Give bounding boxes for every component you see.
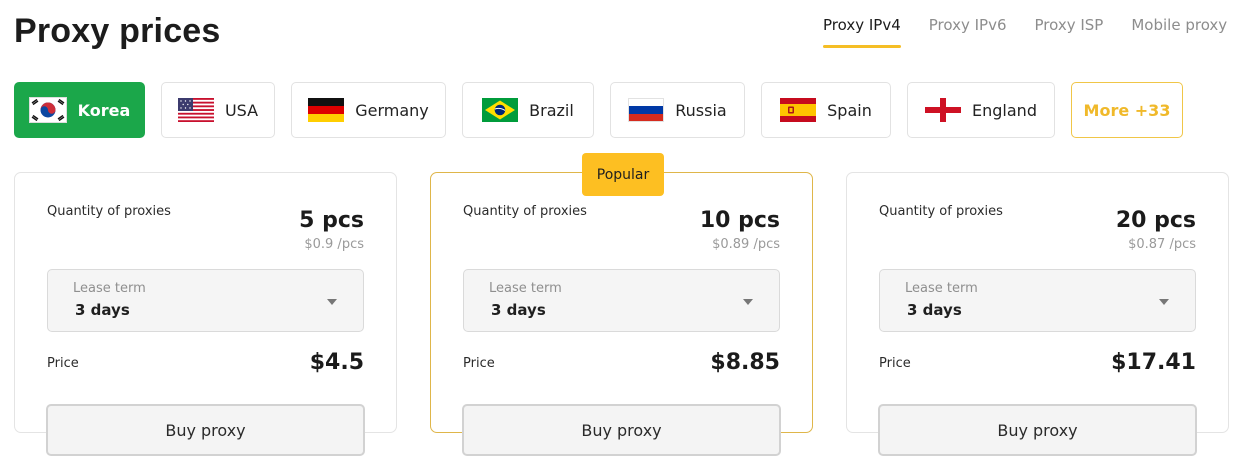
lease-term-select[interactable]: Lease term 3 days bbox=[879, 269, 1196, 332]
country-germany-button[interactable]: Germany bbox=[291, 82, 446, 138]
chevron-down-icon bbox=[327, 299, 337, 305]
quantity-label: Quantity of proxies bbox=[879, 204, 1003, 219]
tab-mobile-proxy[interactable]: Mobile proxy bbox=[1131, 16, 1227, 50]
russia-flag-icon bbox=[628, 98, 665, 122]
quantity-value: 20 pcs bbox=[1115, 208, 1196, 233]
country-label: England bbox=[972, 100, 1037, 120]
chevron-down-icon bbox=[1159, 299, 1169, 305]
tab-proxy-isp[interactable]: Proxy ISP bbox=[1035, 16, 1104, 50]
quantity-value: 5 pcs bbox=[299, 208, 364, 233]
england-flag-icon bbox=[925, 98, 962, 122]
price-value: $8.85 bbox=[710, 350, 780, 375]
price-value: $17.41 bbox=[1111, 350, 1196, 375]
lease-term-value: 3 days bbox=[491, 301, 546, 319]
country-england-button[interactable]: England bbox=[907, 82, 1055, 138]
country-label: Russia bbox=[675, 100, 727, 120]
country-label: Spain bbox=[827, 100, 872, 120]
buy-proxy-button[interactable]: Buy proxy bbox=[878, 404, 1197, 456]
germany-flag-icon bbox=[308, 98, 345, 122]
price-label: Price bbox=[463, 356, 495, 371]
lease-term-select[interactable]: Lease term 3 days bbox=[47, 269, 364, 332]
country-russia-button[interactable]: Russia bbox=[610, 82, 745, 138]
usa-flag-icon bbox=[177, 98, 214, 122]
country-label: USA bbox=[224, 100, 259, 120]
unit-price: $0.89 /pcs bbox=[712, 237, 780, 252]
country-korea-button[interactable]: Korea bbox=[14, 82, 145, 138]
spain-flag-icon bbox=[780, 98, 817, 122]
lease-term-label: Lease term bbox=[489, 281, 562, 296]
lease-term-label: Lease term bbox=[73, 281, 146, 296]
buy-proxy-button[interactable]: Buy proxy bbox=[462, 404, 781, 456]
unit-price: $0.87 /pcs bbox=[1128, 237, 1196, 252]
country-spain-button[interactable]: Spain bbox=[761, 82, 891, 138]
country-label: Brazil bbox=[529, 100, 574, 120]
price-label: Price bbox=[47, 356, 79, 371]
country-selector: Korea USA Germany Brazil Russia Spain En… bbox=[14, 82, 1183, 138]
country-brazil-button[interactable]: Brazil bbox=[462, 82, 594, 138]
proxy-type-tabs: Proxy IPv4 Proxy IPv6 Proxy ISP Mobile p… bbox=[823, 16, 1227, 50]
buy-proxy-button[interactable]: Buy proxy bbox=[46, 404, 365, 456]
unit-price: $0.9 /pcs bbox=[304, 237, 364, 252]
korea-flag-icon bbox=[28, 97, 67, 123]
price-label: Price bbox=[879, 356, 911, 371]
lease-term-value: 3 days bbox=[907, 301, 962, 319]
pricing-card-20: Quantity of proxies 20 pcs $0.87 /pcs Le… bbox=[846, 172, 1229, 456]
price-value: $4.5 bbox=[309, 350, 364, 375]
more-countries-button[interactable]: More +33 bbox=[1071, 82, 1183, 138]
page-title: Proxy prices bbox=[14, 12, 221, 50]
country-usa-button[interactable]: USA bbox=[161, 82, 275, 138]
popular-badge: Popular bbox=[582, 153, 664, 196]
proxy-prices-page: Proxy prices Proxy IPv4 Proxy IPv6 Proxy… bbox=[0, 0, 1241, 466]
pricing-card-5: Quantity of proxies 5 pcs $0.9 /pcs Leas… bbox=[14, 172, 397, 456]
quantity-value: 10 pcs bbox=[699, 208, 780, 233]
pricing-card-10: Popular Quantity of proxies 10 pcs $0.89… bbox=[430, 153, 813, 456]
tab-proxy-ipv4[interactable]: Proxy IPv4 bbox=[823, 16, 901, 50]
chevron-down-icon bbox=[743, 299, 753, 305]
tab-proxy-ipv6[interactable]: Proxy IPv6 bbox=[929, 16, 1007, 50]
country-label: Germany bbox=[355, 100, 429, 120]
lease-term-label: Lease term bbox=[905, 281, 978, 296]
quantity-label: Quantity of proxies bbox=[47, 204, 171, 219]
lease-term-select[interactable]: Lease term 3 days bbox=[463, 269, 780, 332]
quantity-label: Quantity of proxies bbox=[463, 204, 587, 219]
country-label: Korea bbox=[77, 100, 131, 120]
brazil-flag-icon bbox=[482, 98, 519, 122]
lease-term-value: 3 days bbox=[75, 301, 130, 319]
